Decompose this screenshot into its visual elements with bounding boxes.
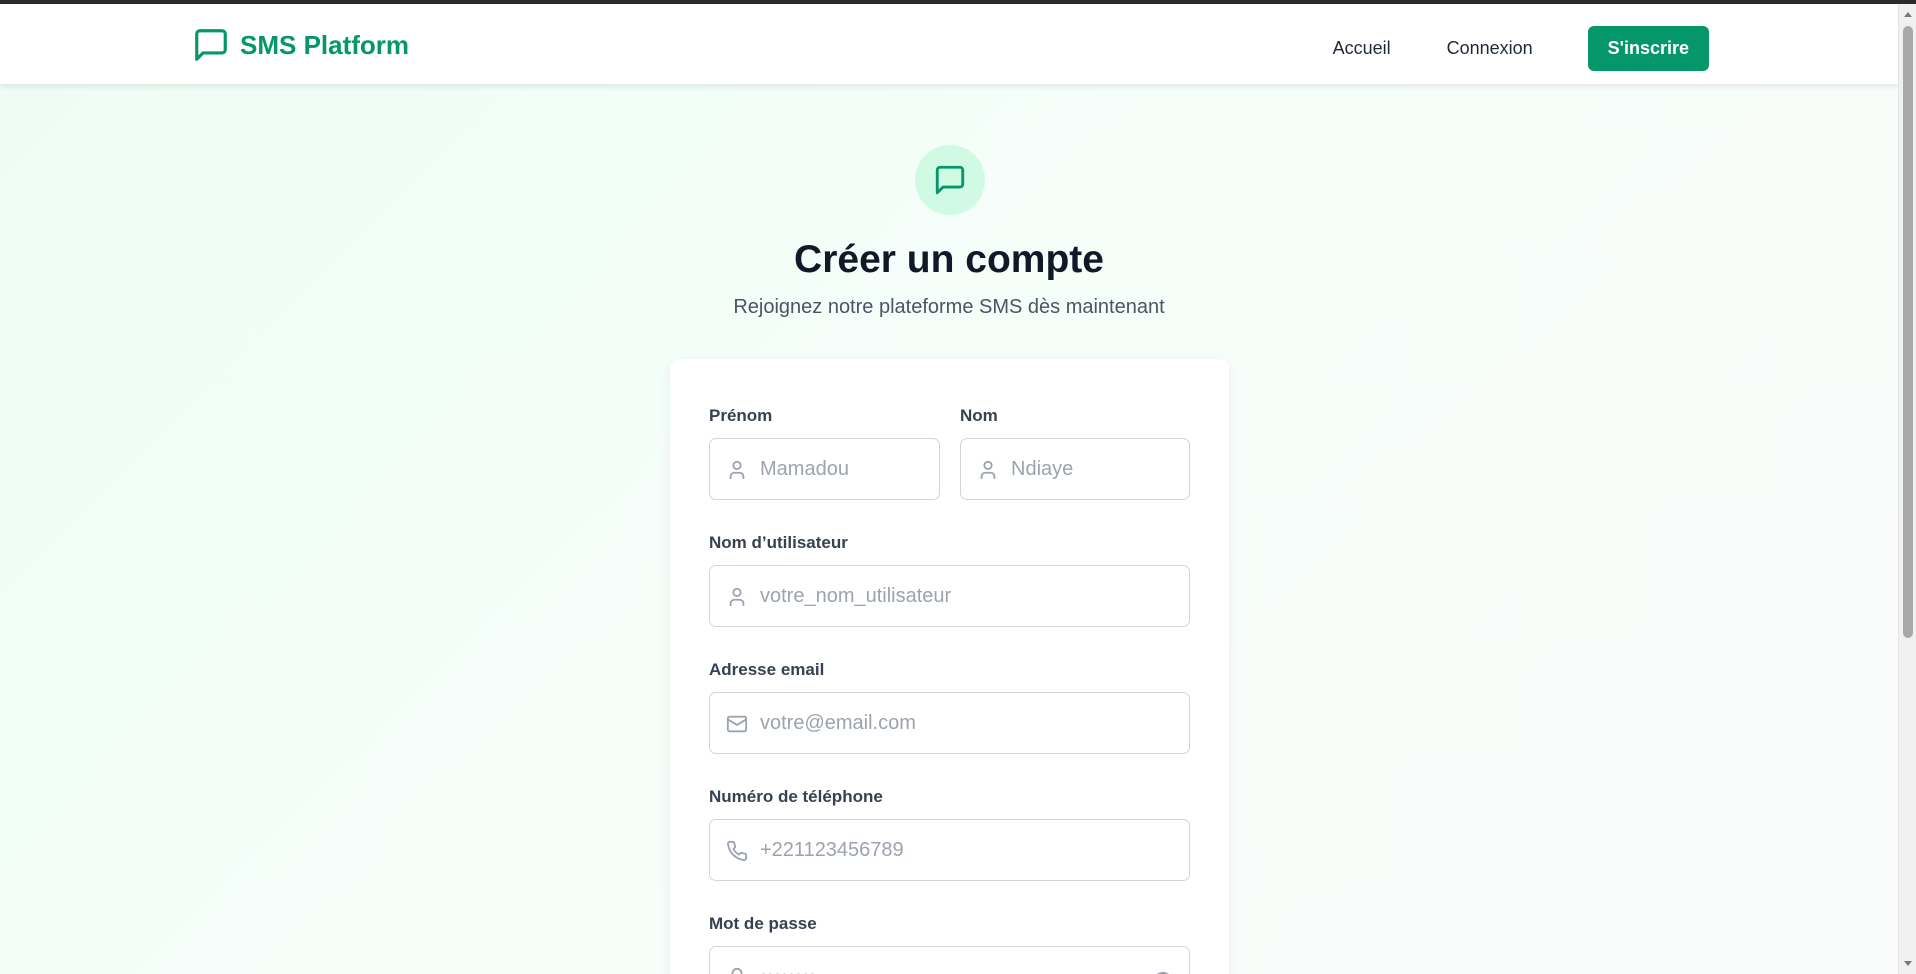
first-name-label: Prénom: [709, 406, 773, 425]
scrollbar-thumb[interactable]: [1903, 26, 1913, 638]
vertical-scrollbar[interactable]: [1898, 4, 1916, 974]
nav-links: Accueil Connexion S'inscrire: [1305, 25, 1709, 71]
scroll-up-arrow-icon[interactable]: [1904, 12, 1912, 17]
page-subtitle: Rejoignez notre plateforme SMS dès maint…: [733, 296, 1165, 318]
phone-input[interactable]: [760, 820, 1177, 880]
email-label: Adresse email: [709, 660, 825, 679]
lock-icon: [731, 967, 743, 974]
phone-field: [709, 819, 1190, 881]
top-navbar: SMS Platform Accueil Connexion S'inscrir…: [0, 4, 1898, 84]
nav-home-link[interactable]: Accueil: [1305, 38, 1419, 59]
hero-badge: [915, 145, 985, 215]
mail-icon: [726, 715, 748, 733]
message-square-icon: [935, 165, 965, 195]
last-name-label: Nom: [960, 406, 998, 425]
page-title: Créer un compte: [794, 238, 1104, 281]
email-field: [709, 692, 1190, 754]
brand-name: SMS Platform: [240, 29, 410, 60]
first-name-input[interactable]: [760, 439, 927, 499]
nav-login-link[interactable]: Connexion: [1419, 38, 1561, 59]
email-input[interactable]: [760, 693, 1177, 753]
password-label: Mot de passe: [709, 914, 817, 933]
eye-icon[interactable]: [1151, 969, 1175, 974]
brand-logo[interactable]: SMS Platform: [192, 26, 409, 64]
first-name-field: [709, 438, 940, 500]
signup-form: Prénom Nom Nom d’utilisateur Adresse ema…: [670, 359, 1229, 974]
username-field: [709, 565, 1190, 627]
page-viewport: SMS Platform Accueil Connexion S'inscrir…: [0, 4, 1898, 974]
signup-button[interactable]: S'inscrire: [1587, 25, 1709, 71]
phone-label: Numéro de téléphone: [709, 787, 883, 806]
password-input[interactable]: [760, 947, 1177, 974]
last-name-input[interactable]: [1011, 439, 1177, 499]
scroll-down-arrow-icon[interactable]: [1904, 961, 1912, 966]
username-label: Nom d’utilisateur: [709, 533, 848, 552]
user-icon: [980, 460, 996, 480]
password-field: [709, 946, 1190, 974]
username-input[interactable]: [760, 566, 1177, 626]
user-icon: [729, 587, 745, 607]
user-icon: [729, 460, 745, 480]
phone-icon: [727, 840, 748, 862]
message-square-icon: [195, 29, 227, 61]
last-name-field: [960, 438, 1190, 500]
